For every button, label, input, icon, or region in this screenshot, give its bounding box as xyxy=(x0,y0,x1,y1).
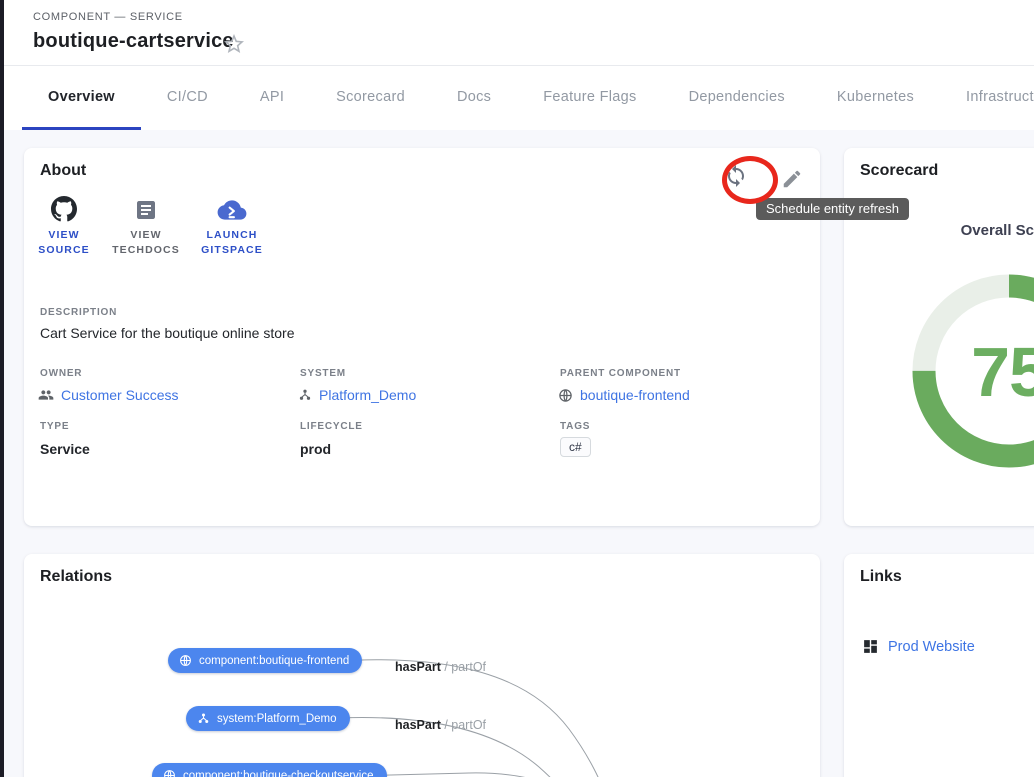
parent-component-label: PARENT COMPONENT xyxy=(560,368,681,379)
score-value: 75 xyxy=(844,332,1034,412)
refresh-icon[interactable] xyxy=(721,162,751,192)
edge-label: hasPart / partOf xyxy=(395,660,486,674)
graph-node-boutique-frontend[interactable]: component:boutique-frontend xyxy=(168,648,362,673)
tooltip: Schedule entity refresh xyxy=(756,198,909,220)
owner-label: OWNER xyxy=(40,368,82,379)
tab-api[interactable]: API xyxy=(234,67,310,130)
description-text: Cart Service for the boutique online sto… xyxy=(40,325,294,341)
view-techdocs-button[interactable]: VIEWTECHDOCS xyxy=(106,194,186,258)
tab-infrastructure[interactable]: Infrastructure xyxy=(940,67,1034,130)
entity-page: COMPONENT — SERVICE boutique-cartservice… xyxy=(0,0,1034,777)
action-label: LAUNCH xyxy=(192,228,272,243)
prod-website-link[interactable]: Prod Website xyxy=(862,638,975,655)
favorite-star-icon[interactable] xyxy=(222,32,246,56)
owner-link[interactable]: Customer Success xyxy=(38,387,178,403)
tab-feature-flags[interactable]: Feature Flags xyxy=(517,67,662,130)
graph-node-boutique-checkoutservice[interactable]: component:boutique-checkoutservice xyxy=(152,763,387,777)
action-label: GITSPACE xyxy=(192,243,272,258)
action-label: VIEW xyxy=(24,228,104,243)
lifecycle-label: LIFECYCLE xyxy=(300,421,363,432)
graph-node-label: component:boutique-frontend xyxy=(199,655,349,667)
links-card: Links Prod Website xyxy=(844,554,1034,777)
tag-chip: c# xyxy=(560,437,591,457)
relations-card: Relations component:boutique-frontend sy… xyxy=(24,554,820,777)
owner-value: Customer Success xyxy=(61,387,178,403)
people-icon xyxy=(38,387,54,403)
lifecycle-value: prod xyxy=(300,441,331,457)
system-label: SYSTEM xyxy=(300,368,346,379)
page-title: boutique-cartservice xyxy=(33,30,234,53)
action-label: VIEW xyxy=(106,228,186,243)
tab-bar: Overview CI/CD API Scorecard Docs Featur… xyxy=(4,67,1034,130)
scorecard-card-title: Scorecard xyxy=(860,162,938,180)
cloud-icon xyxy=(192,194,272,222)
prod-website-label: Prod Website xyxy=(888,639,975,655)
entity-header: COMPONENT — SERVICE boutique-cartservice xyxy=(4,0,1034,66)
tab-dependencies[interactable]: Dependencies xyxy=(663,67,811,130)
breadcrumb: COMPONENT — SERVICE xyxy=(33,11,183,23)
tab-docs[interactable]: Docs xyxy=(431,67,517,130)
document-icon xyxy=(106,194,186,222)
tab-kubernetes[interactable]: Kubernetes xyxy=(811,67,940,130)
sitemap-icon xyxy=(298,388,312,402)
globe-icon xyxy=(163,769,176,777)
tab-overview[interactable]: Overview xyxy=(22,67,141,130)
globe-icon xyxy=(179,654,192,667)
graph-node-label: component:boutique-checkoutservice xyxy=(183,770,374,777)
sitemap-icon xyxy=(197,712,210,725)
parent-component-link[interactable]: boutique-frontend xyxy=(558,387,690,403)
tags-label: TAGS xyxy=(560,421,590,432)
main-content: About VIEWSOURCE VIEWTECHDOCS xyxy=(4,130,1034,777)
overall-score-label: Overall Score xyxy=(844,222,1034,239)
links-card-title: Links xyxy=(860,568,902,586)
globe-icon xyxy=(558,388,573,403)
about-card: About VIEWSOURCE VIEWTECHDOCS xyxy=(24,148,820,526)
parent-component-value: boutique-frontend xyxy=(580,387,690,403)
description-label: DESCRIPTION xyxy=(40,307,117,318)
view-source-button[interactable]: VIEWSOURCE xyxy=(24,194,104,258)
type-label: TYPE xyxy=(40,421,69,432)
edit-pencil-icon[interactable] xyxy=(777,165,807,195)
action-label: TECHDOCS xyxy=(106,243,186,258)
edge-label: hasPart / partOf xyxy=(395,718,486,732)
graph-node-platform-demo[interactable]: system:Platform_Demo xyxy=(186,706,350,731)
system-link[interactable]: Platform_Demo xyxy=(298,387,416,403)
graph-node-label: system:Platform_Demo xyxy=(217,713,337,725)
launch-gitspace-button[interactable]: LAUNCHGITSPACE xyxy=(192,194,272,258)
tab-cicd[interactable]: CI/CD xyxy=(141,67,234,130)
action-label: SOURCE xyxy=(24,243,104,258)
dashboard-icon xyxy=(862,638,879,655)
tab-scorecard[interactable]: Scorecard xyxy=(310,67,431,130)
github-icon xyxy=(24,194,104,222)
system-value: Platform_Demo xyxy=(319,387,416,403)
type-value: Service xyxy=(40,441,90,457)
about-card-title: About xyxy=(40,162,86,180)
